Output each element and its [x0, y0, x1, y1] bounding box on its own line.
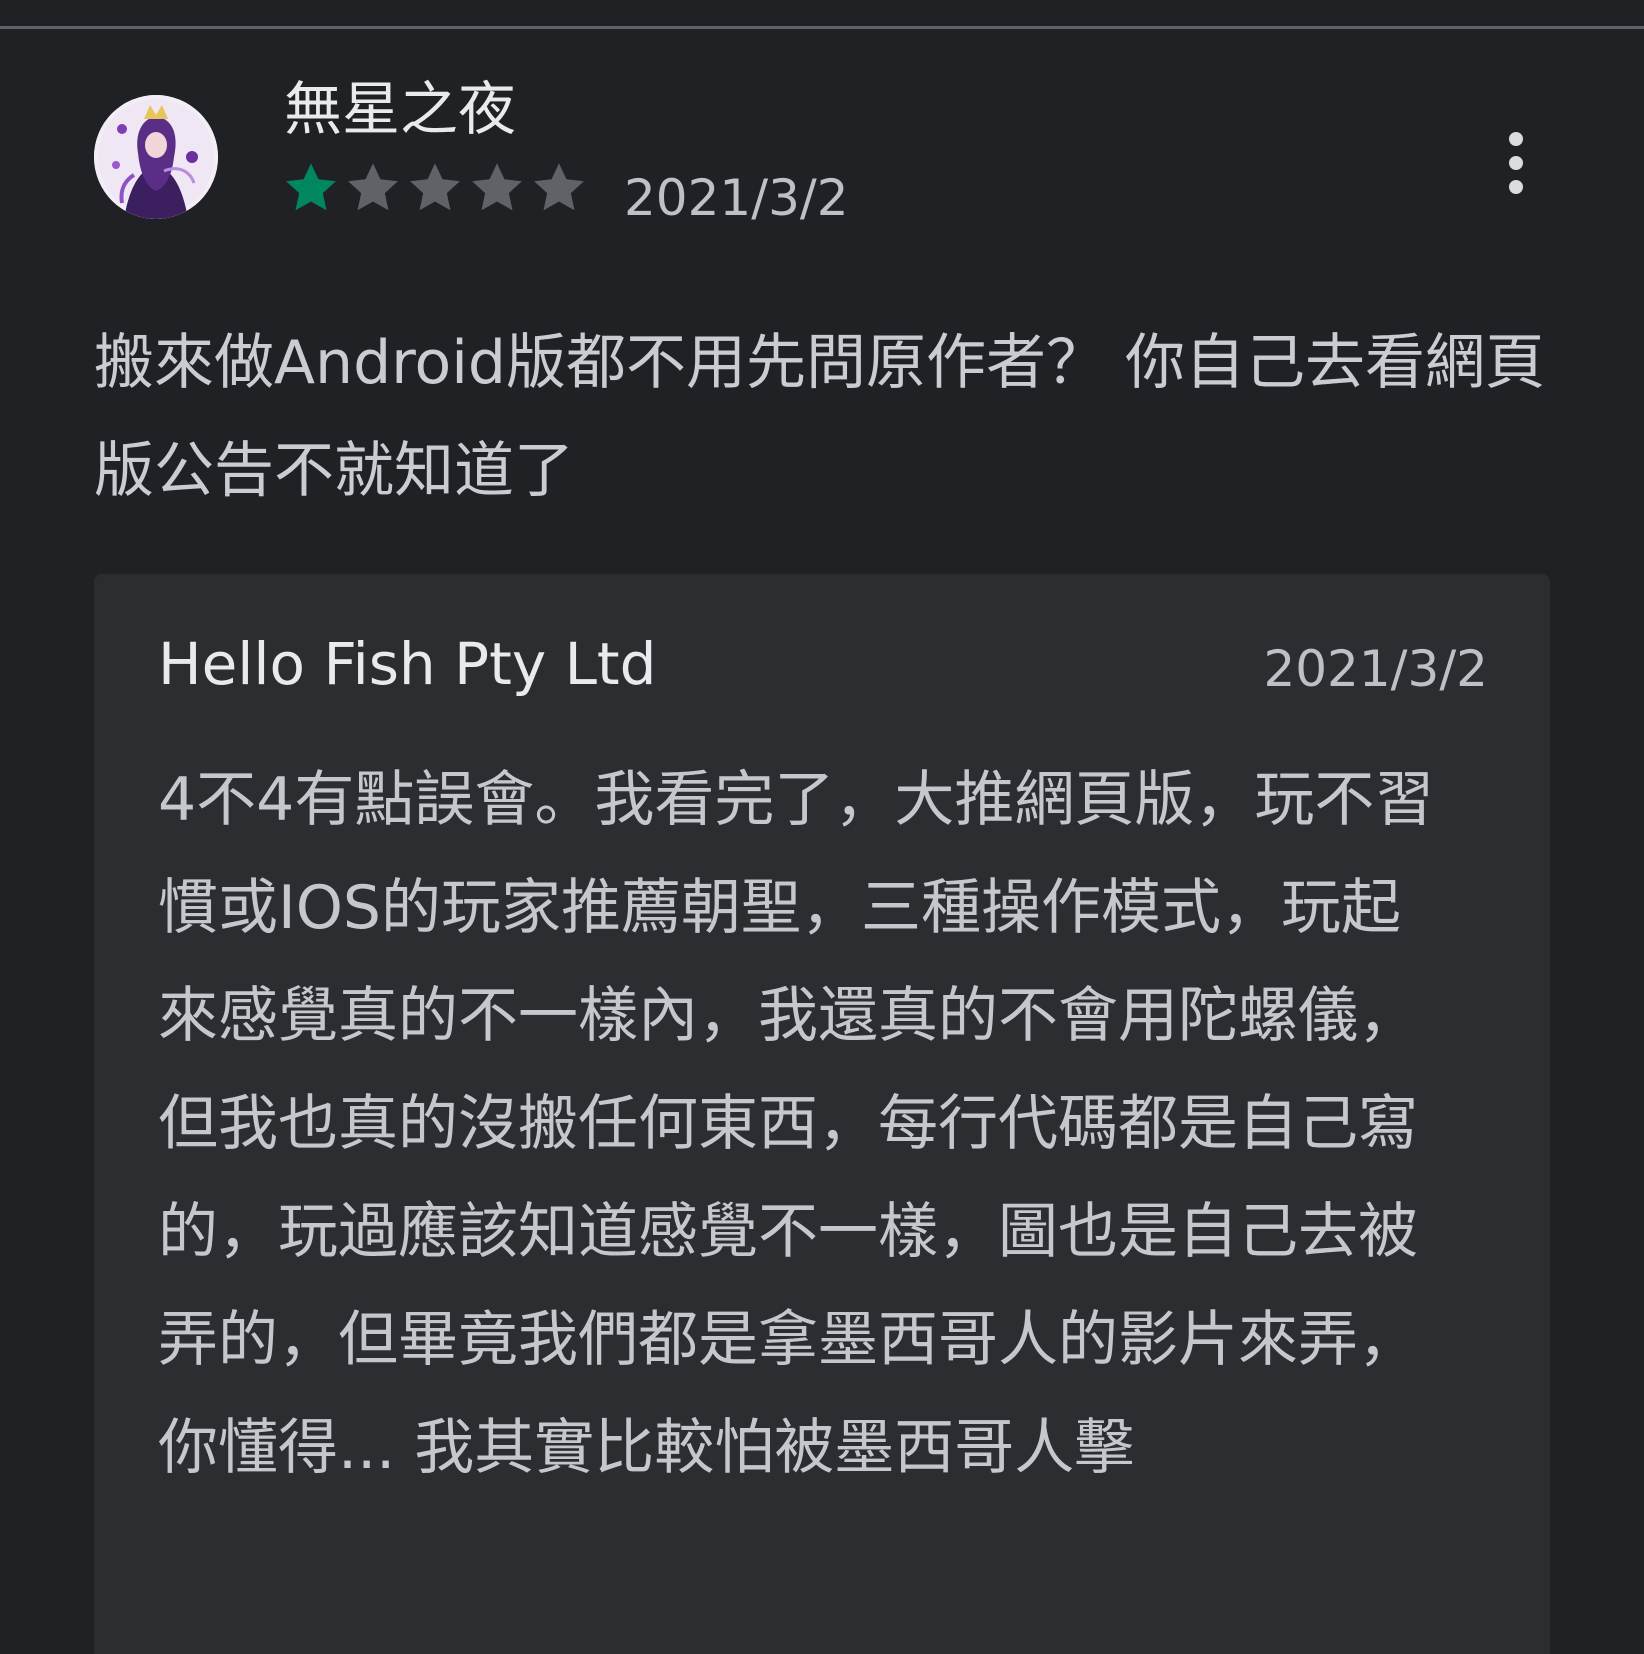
- star-icon: [472, 163, 522, 211]
- reply-author: Hello Fish Pty Ltd: [158, 630, 657, 698]
- review-card: 無星之夜 2021/3/2 搬來做Android版都不用先問原作者？ 你自己去看…: [0, 29, 1644, 1654]
- star-icon: [410, 163, 460, 211]
- star-icon: [534, 163, 584, 211]
- star-rating: [282, 159, 588, 219]
- review-date: 2021/3/2: [624, 169, 849, 227]
- reviewer-name: 無星之夜: [284, 75, 517, 143]
- avatar-illustration: [94, 95, 218, 219]
- reviewer-avatar: [94, 95, 218, 219]
- star-icon: [286, 163, 336, 211]
- more-vert-icon: [1509, 132, 1523, 194]
- reply-body: 4不4有點誤會。我看完了，大推網頁版，玩不習慣或IOS的玩家推薦朝聖，三種操作模…: [158, 765, 1435, 1483]
- reply-date: 2021/3/2: [1263, 640, 1488, 698]
- star-icon: [348, 163, 398, 211]
- developer-reply: Hello Fish Pty Ltd 2021/3/2 4不4有點誤會。我看完了…: [94, 574, 1550, 1654]
- review-body: 搬來做Android版都不用先問原作者？ 你自己去看網頁版公告不就知道了: [94, 328, 1546, 506]
- more-options-button[interactable]: [1486, 123, 1546, 203]
